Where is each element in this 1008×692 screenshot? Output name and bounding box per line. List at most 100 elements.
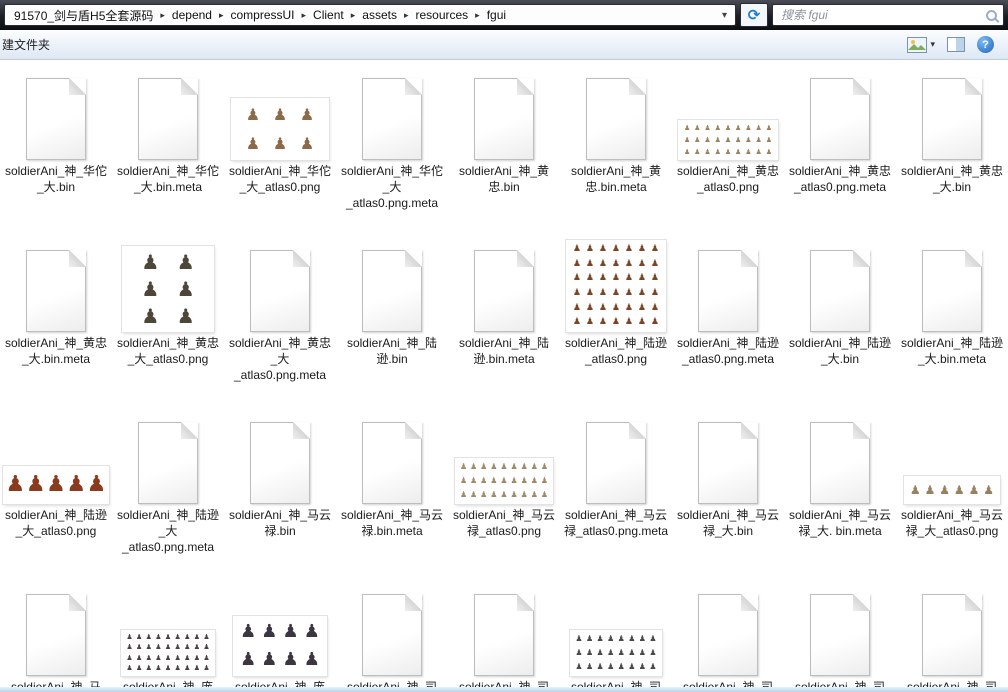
sprite-figure-icon: ♟ [126, 644, 132, 651]
sprite-figure-icon: ♟ [155, 655, 161, 662]
sprite-figure-icon: ♟ [510, 491, 517, 499]
file-item[interactable]: ♟♟♟♟♟♟♟♟♟♟♟♟♟♟♟♟♟♟♟♟♟♟♟♟♟♟♟♟♟♟♟♟♟♟♟♟♟♟♟♟… [560, 240, 672, 412]
breadcrumb-segment[interactable]: compressUI [228, 7, 298, 23]
file-name: soldierAni_神_马云禄_atlas0.png [451, 507, 557, 539]
search-box [772, 4, 1004, 26]
file-item[interactable]: soldierAni_神_华佗_大.bin.meta [112, 68, 224, 240]
breadcrumb-segment[interactable]: fgui [484, 7, 509, 23]
file-item[interactable]: soldierAni_神_陆逊_大_atlas0.png.meta [112, 412, 224, 584]
file-item[interactable]: soldierAni_神_司 [672, 584, 784, 687]
file-item[interactable]: soldierAni_神_陆逊.bin [336, 240, 448, 412]
file-icon-box [26, 68, 86, 160]
file-item[interactable]: soldierAni_神_黄忠_大.bin [896, 68, 1008, 240]
breadcrumb-segment[interactable]: depend [169, 7, 215, 23]
file-name: soldierAni_神_马云禄_大.bin [675, 507, 781, 539]
file-item[interactable]: soldierAni_神_马云禄.bin [224, 412, 336, 584]
file-item[interactable]: soldierAni_神_黄忠_大.bin.meta [0, 240, 112, 412]
sprite-figure-icon: ♟ [136, 644, 142, 651]
file-item[interactable]: ♟♟♟♟♟♟♟♟♟♟♟♟♟♟♟♟♟♟♟♟♟♟♟♟♟♟♟♟♟♟♟♟♟♟♟♟ sol… [112, 584, 224, 687]
breadcrumb-segment[interactable]: resources [412, 7, 471, 23]
page-fold-corner [517, 78, 534, 95]
file-icon-box [810, 584, 870, 676]
chevron-down-icon[interactable]: ▾ [720, 10, 729, 21]
breadcrumb-segment[interactable]: 91570_剑与盾H5全套源码 [11, 6, 156, 25]
file-item[interactable]: ♟♟♟♟♟♟♟♟♟♟♟♟♟♟♟♟♟♟♟♟♟♟♟♟♟♟♟ soldierAni_神… [448, 412, 560, 584]
sprite-figure-icon: ♟ [766, 149, 772, 156]
views-button[interactable]: ▾ [907, 37, 935, 53]
sprite-figure-icon: ♟ [283, 623, 299, 641]
file-item[interactable]: soldierAni_神_马 [0, 584, 112, 687]
file-item[interactable]: soldierAni_神_司 [336, 584, 448, 687]
help-button[interactable]: ? [977, 36, 994, 53]
file-icon-box [474, 240, 534, 332]
file-item[interactable]: soldierAni_神_黄忠_大_atlas0.png.meta [224, 240, 336, 412]
search-input[interactable] [779, 7, 986, 23]
sprite-figure-icon: ♟ [612, 245, 620, 254]
file-item[interactable]: soldierAni_神_马云禄_大. bin.meta [784, 412, 896, 584]
breadcrumb-segment[interactable]: assets [359, 7, 400, 23]
file-item[interactable]: soldierAni_神_司 [448, 584, 560, 687]
file-name: soldierAni_神_司 [899, 679, 1005, 687]
file-item[interactable]: soldierAni_神_陆逊_大.bin [784, 240, 896, 412]
sprite-figure-icon: ♟ [586, 663, 593, 671]
file-item[interactable]: soldierAni_神_陆逊_大.bin.meta [896, 240, 1008, 412]
sprite-figure-icon: ♟ [194, 655, 200, 662]
file-item[interactable]: soldierAni_神_华佗_大_atlas0.png.meta [336, 68, 448, 240]
sprite-figure-icon: ♟ [735, 137, 741, 144]
sprite-figure-icon: ♟ [490, 463, 497, 471]
sprite-figure-icon: ♟ [684, 137, 690, 144]
file-item[interactable]: soldierAni_神_马云禄.bin.meta [336, 412, 448, 584]
views-icon [907, 37, 927, 53]
blank-file-icon [138, 422, 198, 504]
refresh-icon: ⟳ [748, 8, 761, 23]
file-item[interactable]: soldierAni_神_陆逊_atlas0.png.meta [672, 240, 784, 412]
breadcrumb: 91570_剑与盾H5全套源码▸depend▸compressUI▸Client… [4, 4, 736, 26]
sprite-figure-icon: ♟ [136, 655, 142, 662]
file-item[interactable]: ♟♟♟♟♟♟♟♟♟♟♟♟♟♟♟♟♟♟♟♟♟♟♟♟ soldierAni_神_司 [560, 584, 672, 687]
breadcrumb-segments: 91570_剑与盾H5全套源码▸depend▸compressUI▸Client… [11, 6, 720, 25]
sprite-figure-icon: ♟ [240, 651, 256, 669]
file-item[interactable]: ♟♟♟♟♟♟ soldierAni_神_黄忠_大_atlas0.png [112, 240, 224, 412]
new-folder-button[interactable]: 建文件夹 [2, 36, 50, 53]
sprite-figure-icon: ♟ [126, 634, 132, 641]
file-item[interactable]: ♟♟♟♟♟♟♟♟ soldierAni_神_庞 [224, 584, 336, 687]
file-grid: soldierAni_神_华佗_大.bin soldierAni_神_华佗_大.… [0, 60, 1008, 687]
file-item[interactable]: soldierAni_神_陆逊.bin.meta [448, 240, 560, 412]
sprite-figure-icon: ♟ [651, 289, 659, 298]
sprite-figure-icon: ♟ [618, 635, 625, 643]
sprite-figure-icon: ♟ [300, 107, 314, 123]
file-item[interactable]: ♟♟♟♟♟♟ soldierAni_神_马云禄_大_atlas0.png [896, 412, 1008, 584]
refresh-button[interactable]: ⟳ [740, 3, 768, 27]
sprite-figure-icon: ♟ [46, 474, 66, 496]
preview-pane-button[interactable] [947, 37, 965, 52]
file-name: soldierAni_神_陆逊_大_atlas0.png.meta [115, 507, 221, 555]
sprite-figure-icon: ♟ [910, 484, 921, 496]
breadcrumb-segment[interactable]: Client [310, 7, 347, 23]
file-name: soldierAni_神_陆逊_大.bin [787, 335, 893, 367]
file-item[interactable]: soldierAni_神_华佗_大.bin [0, 68, 112, 240]
file-item[interactable]: soldierAni_神_黄忠.bin [448, 68, 560, 240]
sprite-figure-icon: ♟ [575, 663, 582, 671]
file-item[interactable]: soldierAni_神_司 [896, 584, 1008, 687]
file-item[interactable]: soldierAni_神_司 [784, 584, 896, 687]
sprite-figure-icon: ♟ [725, 137, 731, 144]
blank-file-icon [250, 250, 310, 332]
file-item[interactable]: soldierAni_神_黄忠.bin.meta [560, 68, 672, 240]
file-item[interactable]: ♟♟♟♟♟♟ soldierAni_神_华佗_大_atlas0.png [224, 68, 336, 240]
sprite-figure-icon: ♟ [639, 649, 646, 657]
file-item[interactable]: ♟♟♟♟♟ soldierAni_神_陆逊_大_atlas0.png [0, 412, 112, 584]
file-name: soldierAni_神_华佗_大.bin [3, 163, 109, 195]
sprite-figure-icon: ♟ [460, 477, 467, 485]
sprite-figure-icon: ♟ [573, 318, 581, 327]
page-fold-corner [741, 594, 758, 611]
file-item[interactable]: ♟♟♟♟♟♟♟♟♟♟♟♟♟♟♟♟♟♟♟♟♟♟♟♟♟♟♟ soldierAni_神… [672, 68, 784, 240]
sprite-figure-icon: ♟ [470, 463, 477, 471]
file-item[interactable]: soldierAni_神_马云禄_大.bin [672, 412, 784, 584]
file-item[interactable]: soldierAni_神_黄忠_atlas0.png.meta [784, 68, 896, 240]
sprite-figure-icon: ♟ [766, 125, 772, 132]
file-item[interactable]: soldierAni_神_马云禄_atlas0.png.meta [560, 412, 672, 584]
file-icon-box [250, 240, 310, 332]
sprite-figure-icon: ♟ [755, 137, 761, 144]
sprite-figure-icon: ♟ [599, 289, 607, 298]
sprite-figure-icon: ♟ [203, 644, 209, 651]
